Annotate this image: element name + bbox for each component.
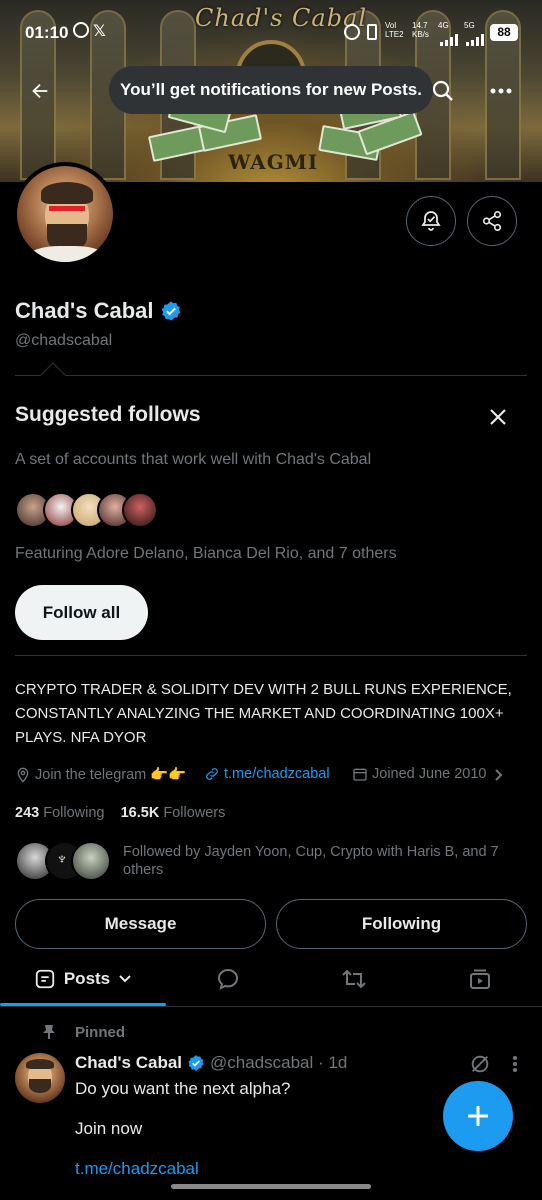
grok-icon[interactable] (469, 1053, 491, 1080)
post-handle-time: @chadscabal · 1d (210, 1053, 348, 1072)
post-author-name[interactable]: Chad's Cabal (75, 1053, 182, 1073)
profile-location-text: Join the telegram 👉👉 (35, 767, 187, 783)
following-label: Following (43, 805, 105, 821)
search-icon (432, 80, 453, 101)
suggested-follows-description: A set of accounts that work well with Ch… (15, 451, 372, 468)
suggested-avatar[interactable] (122, 492, 158, 528)
section-divider (15, 655, 527, 656)
more-options-button[interactable] (481, 71, 521, 111)
profile-joined-text: Joined June 2010 (372, 766, 487, 782)
dismiss-suggested-button[interactable] (484, 403, 512, 431)
close-icon (490, 409, 506, 425)
message-button[interactable]: Message (15, 899, 266, 949)
posts-icon (35, 969, 55, 989)
arrow-left-icon (32, 83, 48, 99)
pinned-label: Pinned (75, 1024, 126, 1041)
tab-reposts[interactable] (324, 956, 384, 1002)
network-speed: 14.7 KB/s (412, 21, 429, 39)
battery-indicator: 88 (490, 24, 518, 41)
profile-display-name: Chad's Cabal (15, 298, 154, 323)
tab-posts-label: Posts (63, 969, 111, 988)
calendar-icon (353, 768, 367, 781)
post-link[interactable]: t.me/chadzcabal (75, 1159, 199, 1179)
network-5g-label: 5G (464, 21, 475, 30)
expand-meta-button[interactable] (493, 767, 505, 788)
follow-all-button[interactable]: Follow all (15, 585, 148, 640)
reply-bubble-icon (217, 968, 239, 990)
followed-by-text[interactable]: Followed by Jayden Yoon, Cup, Crypto wit… (123, 843, 523, 879)
follow-counts: 243 Following 16.5K Followers (15, 805, 225, 821)
notifications-subscribed-button[interactable] (406, 196, 456, 246)
verified-badge-icon (161, 301, 180, 321)
following-link[interactable]: 243 Following (15, 805, 104, 821)
chevron-right-icon (495, 769, 503, 781)
status-time: 01:10 (25, 23, 69, 42)
post-more-icon[interactable] (512, 1055, 518, 1078)
vibrate-icon (367, 24, 377, 40)
network-4g-label: 4G (438, 21, 449, 30)
share-profile-button[interactable] (467, 196, 517, 246)
profile-bio: CRYPTO TRADER & SOLIDITY DEV WITH 2 BULL… (15, 681, 512, 746)
tab-replies[interactable] (198, 956, 258, 1002)
signal-4g-icon (440, 31, 462, 51)
whatsapp-icon (73, 22, 89, 38)
verified-badge-icon (188, 1055, 204, 1071)
network-lte-label: Vol LTE2 (385, 21, 404, 39)
following-count: 243 (15, 805, 40, 821)
compose-post-button[interactable] (443, 1081, 513, 1151)
followers-link[interactable]: 16.5K Followers (121, 805, 226, 821)
banner-wagmi-text: WAGMI (228, 150, 319, 174)
location-pin-icon (17, 767, 29, 783)
suggested-divider (15, 375, 527, 376)
tab-posts[interactable]: Posts (0, 956, 166, 1002)
share-icon (482, 211, 502, 231)
alarm-icon (344, 24, 360, 40)
signal-5g-icon (466, 31, 488, 51)
profile-joined: Joined June 2010 (352, 766, 487, 782)
repost-icon (342, 969, 366, 989)
divider-caret (40, 362, 66, 388)
media-icon (470, 969, 490, 989)
profile-avatar[interactable] (13, 162, 117, 266)
follower-avatar[interactable] (71, 841, 111, 881)
post-header: Chad's Cabal @chadscabal · 1d (75, 1053, 347, 1073)
home-indicator[interactable] (171, 1184, 371, 1189)
suggested-follows-title: Suggested follows (15, 403, 201, 426)
link-icon (206, 768, 218, 780)
notification-toast: You’ll get notifications for new Posts. (109, 66, 433, 114)
post-text-line-2: Join now (75, 1119, 143, 1138)
followers-label: Followers (163, 805, 226, 821)
followers-count: 16.5K (120, 805, 160, 821)
pin-icon (42, 1024, 56, 1045)
tabs-divider (0, 1006, 542, 1007)
bell-check-icon (421, 211, 441, 231)
post-author-avatar[interactable] (15, 1053, 65, 1103)
profile-location: Join the telegram 👉👉 (15, 766, 186, 783)
post-text-line-1: Do you want the next alpha? (75, 1079, 291, 1098)
status-bar: 01:10 𝕏 Vol LTE2 14.7 KB/s 4G 5G 88 (0, 0, 542, 60)
plus-icon (468, 1106, 488, 1126)
profile-handle: @chadscabal (15, 332, 113, 349)
profile-website-text[interactable]: t.me/chadzcabal (224, 766, 330, 782)
profile-website-link[interactable]: t.me/chadzcabal (204, 766, 330, 782)
tab-media[interactable] (450, 956, 510, 1002)
back-button[interactable] (20, 71, 60, 111)
suggested-featuring-text: Featuring Adore Delano, Bianca Del Rio, … (15, 545, 397, 562)
x-logo-icon: 𝕏 (93, 23, 106, 40)
following-button[interactable]: Following (276, 899, 527, 949)
chevron-down-icon (119, 975, 131, 983)
profile-display-name-row: Chad's Cabal (15, 298, 182, 324)
more-horizontal-icon (490, 88, 512, 94)
